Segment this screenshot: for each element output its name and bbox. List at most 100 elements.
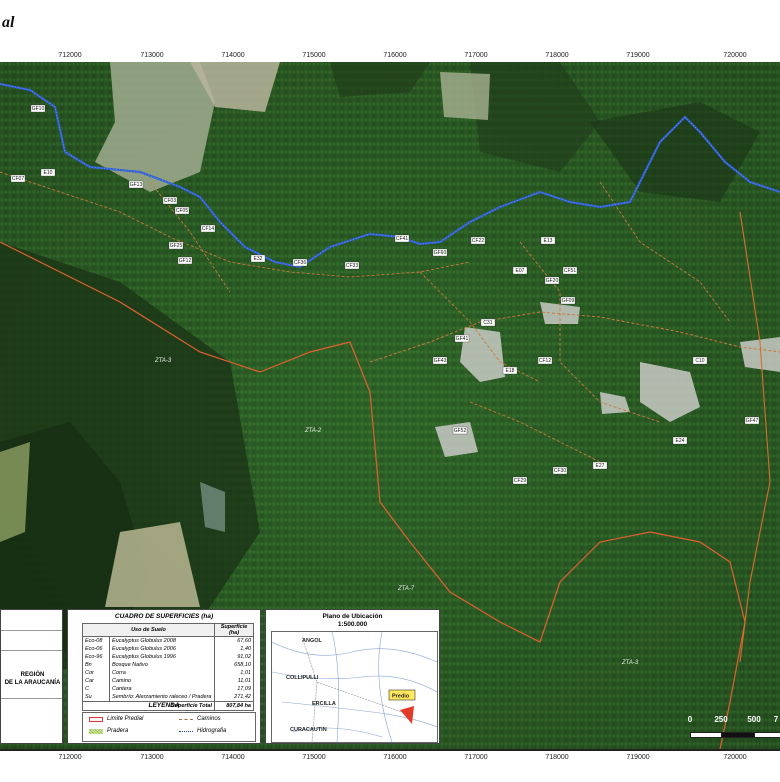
predio-label: Predio	[392, 694, 410, 700]
easting-tick: 715000	[302, 52, 326, 59]
stand-label: GF10	[32, 106, 45, 112]
location-inset-map[interactable]: Predio ANGOL COLLIPULLI ERCILLA CURACAUT…	[271, 631, 438, 743]
surface-table-title: CUADRO DE SUPERFICIES (ha)	[114, 613, 214, 620]
surface-cell-use: Camino	[109, 677, 215, 685]
region-divider	[1, 650, 62, 651]
stand-label: CF22	[472, 238, 484, 244]
title-band: al 712000 713000 714000 715000 716000 71…	[0, 0, 780, 64]
stand-label: GF52	[454, 428, 467, 434]
easting-tick: 714000	[221, 52, 245, 59]
legend-label: Hidrografia	[197, 728, 227, 734]
scale-segment	[754, 732, 780, 738]
surface-row: Eco-08 Eucalyptus Globulus 2008 67,60	[82, 636, 254, 645]
stand-label: GF13	[130, 182, 143, 188]
region-label: REGIÓN DE LA ARAUCANÍA	[1, 671, 64, 687]
easting-tick: 712000	[58, 52, 82, 59]
stand-label: GF41	[456, 336, 469, 342]
stand-label: CF03	[164, 198, 176, 204]
inset-predio-polygon	[400, 706, 414, 724]
legend-box: Limite Predial Caminos Pradera Hidrograf…	[82, 712, 256, 742]
zone-label: ZTA-7	[397, 586, 415, 592]
region-divider	[1, 698, 62, 699]
scale-label: 7	[773, 715, 779, 724]
surface-cell-use: Corra	[109, 669, 215, 677]
surface-cell-code: Su	[82, 693, 110, 702]
stand-label: CF30	[554, 468, 566, 474]
surface-row: Cor Corra 1,01	[82, 669, 254, 677]
stand-label: CF51	[564, 268, 576, 274]
stand-label: CF12	[539, 358, 551, 364]
stand-label: CF07	[12, 176, 24, 182]
stand-label: C31	[483, 320, 492, 326]
surface-cell-use: Eucalyptus Globulus 2008	[109, 636, 215, 645]
surface-cell-code: Eco-96	[82, 653, 110, 661]
stand-label: GF47	[746, 418, 759, 424]
bottom-easting-ticks: 712000 713000 714000 715000 716000 71700…	[0, 754, 780, 766]
stand-label: E18	[506, 368, 515, 374]
surface-cell-code: Car	[82, 677, 110, 685]
pasture-clearing-small	[440, 72, 490, 120]
scale-segment	[690, 732, 723, 738]
surface-cell-area: 1,40	[214, 645, 254, 653]
easting-tick: 716000	[383, 52, 407, 59]
surface-row: Eco-06 Eucalyptus Globulus 2006 1,40	[82, 645, 254, 653]
stand-label: GF60	[434, 250, 447, 256]
location-title: Plano de Ubicación 1:500.000	[266, 613, 439, 629]
surface-cell-use: Cantera	[109, 685, 215, 693]
surface-cell-area: 17,09	[214, 685, 254, 693]
surface-table-body: Eco-08 Eucalyptus Globulus 2008 67,60 Eco-0…	[82, 636, 254, 702]
town-curacautin: CURACAUTIN	[290, 727, 327, 733]
river-swatch	[179, 730, 193, 732]
scale-bar: 0 250 500 7	[688, 715, 780, 743]
stand-label: GF12	[179, 258, 192, 264]
legend-item-limite: Limite Predial	[89, 716, 143, 722]
stand-label: CF05	[176, 208, 188, 214]
surface-cell-area: 67,60	[214, 636, 254, 645]
stand-label: GF09	[562, 298, 575, 304]
easting-tick: 717000	[464, 754, 488, 761]
legend-label: Limite Predial	[107, 716, 144, 722]
surface-row: Bn Bosque Nativo 658,10	[82, 661, 254, 669]
legend-label: Caminos	[197, 716, 221, 722]
surface-cell-area: 11,01	[214, 677, 254, 685]
surface-cell-area: 91,02	[214, 653, 254, 661]
surface-cell-area: 658,10	[214, 661, 254, 669]
easting-tick: 715000	[302, 754, 326, 761]
road-swatch	[179, 718, 193, 720]
surface-cell-code: C	[82, 685, 110, 693]
easting-tick: 718000	[545, 52, 569, 59]
region-line-1: REGIÓN	[20, 672, 45, 678]
surface-cell-use: Sembrío: Alerzamiento raleceo / Pradera	[109, 693, 215, 702]
inset-rivers	[272, 632, 437, 742]
stand-label: CF29	[514, 478, 526, 484]
inset-canvas: Predio ANGOL COLLIPULLI ERCILLA CURACAUT…	[272, 632, 437, 742]
stand-label: CF41	[396, 236, 408, 242]
stand-label: CF36	[294, 260, 306, 266]
surface-row: Eco-96 Eucalyptus Globulus 1996 91,02	[82, 653, 254, 661]
easting-tick: 714000	[221, 754, 245, 761]
region-line-2: DE LA ARAUCANÍA	[4, 680, 61, 686]
header-uso-suelo: Uso de Suelo	[82, 623, 215, 637]
easting-tick: 719000	[626, 52, 650, 59]
town-collipulli: COLLIPULLI	[286, 675, 319, 681]
surface-cell-code: Eco-06	[82, 645, 110, 653]
easting-tick: 719000	[626, 754, 650, 761]
surface-cell-use: Eucalyptus Globulus 1996	[109, 653, 215, 661]
bottom-band: 712000 713000 714000 715000 716000 71700…	[0, 749, 780, 782]
scale-segment	[721, 732, 756, 738]
surface-row: C Cantera 17,09	[82, 685, 254, 693]
legend-item-pradera: Pradera	[89, 728, 128, 734]
stand-label: E07	[516, 268, 525, 274]
map-title: al	[2, 14, 15, 31]
scale-label: 250	[714, 715, 728, 724]
stand-label: E32	[254, 256, 263, 262]
stand-label: CF14	[202, 226, 214, 232]
zone-label: ZTA-3	[154, 358, 172, 364]
scale-label: 500	[747, 715, 761, 724]
stand-label: E10	[44, 170, 53, 176]
stand-label: CF33	[346, 263, 358, 269]
location-panel: Plano de Ubicación 1:500.000 Predio ANGO…	[265, 609, 440, 744]
surface-row: Car Camino 11,01	[82, 677, 254, 685]
surface-cell-area: 1,01	[214, 669, 254, 677]
surface-cell-code: Cor	[82, 669, 110, 677]
